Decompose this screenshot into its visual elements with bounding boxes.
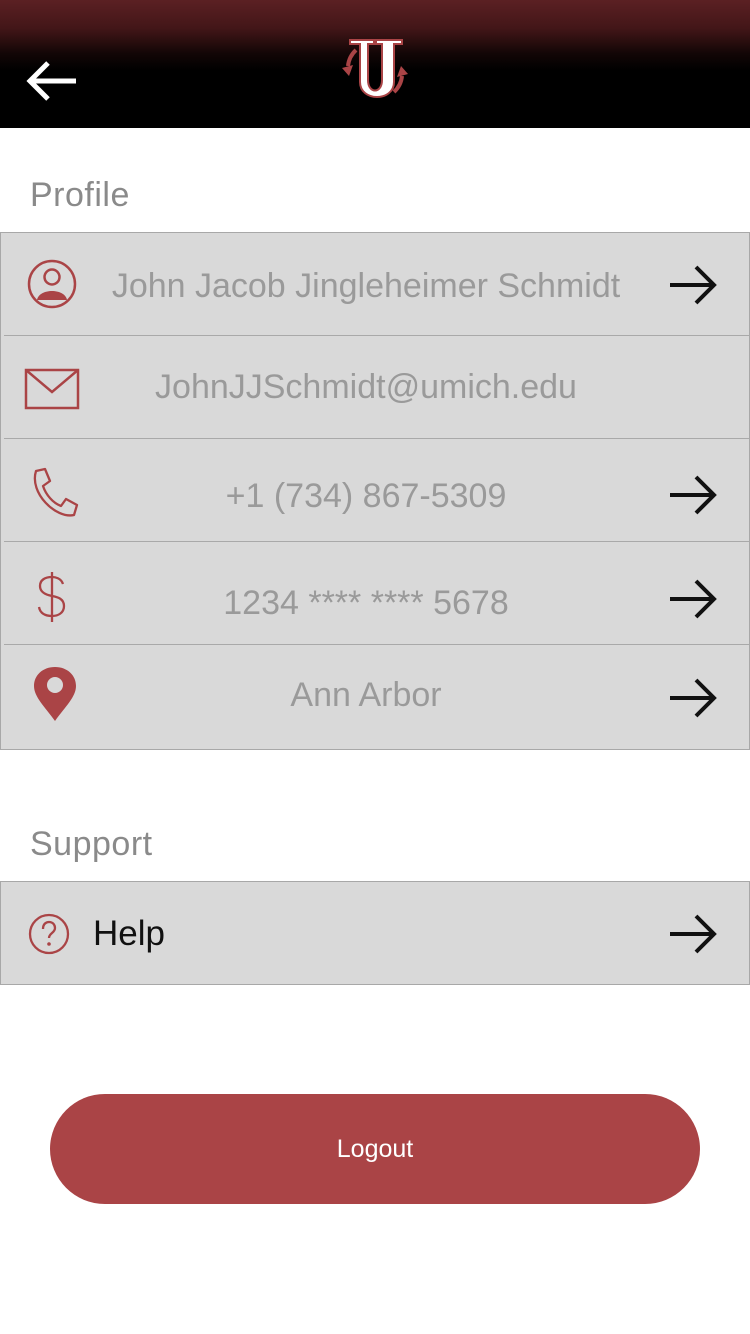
arrow-right-icon	[670, 914, 717, 954]
user-circle-icon	[27, 259, 77, 309]
location-pin-icon	[34, 667, 76, 721]
arrow-right-icon	[670, 678, 717, 718]
question-circle-icon	[28, 913, 70, 955]
u-logo-icon	[342, 39, 408, 98]
phone-icon	[33, 467, 79, 517]
dollar-icon	[37, 572, 66, 622]
profile-row-email: JohnJJSchmidt@umich.edu	[1, 336, 749, 439]
profile-panel: John Jacob Jingleheimer Schmidt JohnJJSc…	[0, 232, 750, 750]
arrow-right-icon	[670, 475, 717, 515]
back-button[interactable]	[22, 56, 80, 106]
profile-email-text: JohnJJSchmidt@umich.edu	[155, 368, 577, 406]
arrow-right-icon	[670, 265, 717, 305]
envelope-icon	[24, 368, 80, 410]
support-row-help[interactable]: Help	[1, 882, 749, 984]
support-section-title: Support	[30, 825, 153, 863]
profile-name-text: John Jacob Jingleheimer Schmidt	[111, 267, 621, 305]
app-header	[0, 0, 750, 128]
profile-row-location[interactable]: Ann Arbor	[1, 645, 749, 748]
logout-button[interactable]: Logout	[50, 1094, 700, 1204]
profile-location-text: Ann Arbor	[290, 676, 442, 714]
arrow-right-icon	[670, 579, 717, 619]
profile-section-title: Profile	[30, 176, 130, 214]
profile-card-text: 1234 **** **** 5678	[223, 584, 509, 622]
help-label: Help	[93, 914, 165, 953]
app-logo	[338, 36, 412, 108]
support-panel: Help	[0, 881, 750, 985]
profile-row-name[interactable]: John Jacob Jingleheimer Schmidt	[1, 233, 749, 336]
profile-row-phone[interactable]: +1 (734) 867-5309	[1, 439, 749, 542]
arrow-left-icon	[26, 61, 76, 101]
profile-phone-text: +1 (734) 867-5309	[225, 477, 507, 515]
profile-row-payment[interactable]: 1234 **** **** 5678	[1, 542, 749, 645]
